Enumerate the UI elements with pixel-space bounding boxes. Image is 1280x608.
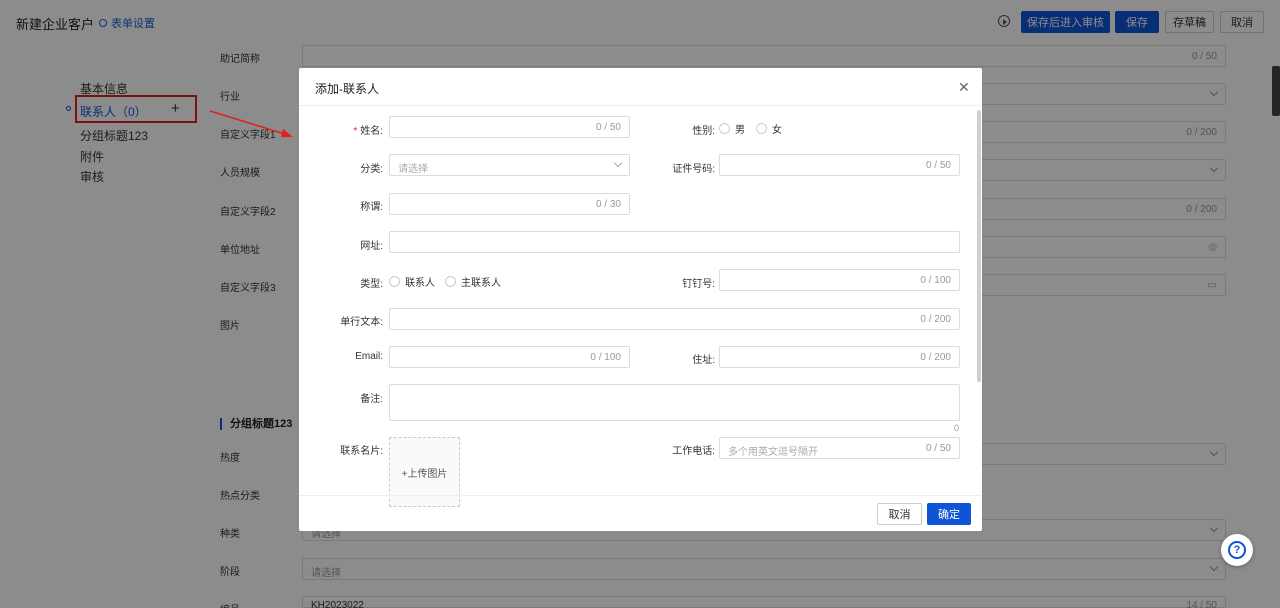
address-count: 0 / 200 (920, 352, 951, 363)
type-contact-radio[interactable]: 联系人 (389, 274, 435, 289)
type-label: 类型: (360, 279, 383, 290)
email-input[interactable]: 0 / 100 (389, 346, 630, 368)
type-primary-contact-radio[interactable]: 主联系人 (445, 274, 501, 289)
help-button[interactable]: ? (1221, 534, 1253, 566)
remark-textarea[interactable] (389, 384, 960, 421)
dingtalk-input[interactable]: 0 / 100 (719, 269, 960, 291)
title-count: 0 / 30 (595, 199, 621, 210)
modal-cancel-button[interactable]: 取消 (877, 503, 922, 525)
website-label: 网址: (360, 241, 383, 252)
modal-confirm-button[interactable]: 确定 (927, 503, 971, 525)
radio-circle-icon (719, 123, 730, 134)
add-contact-modal: 添加-联系人 ✕ * 姓名: 0 / 50 性别: 男 女 分类: 请选择 证件号… (299, 68, 982, 531)
help-icon: ? (1228, 541, 1246, 559)
name-count: 0 / 50 (595, 122, 621, 133)
work-phone-input[interactable]: 多个用英文逗号隔开 0 / 50 (719, 437, 960, 459)
modal-footer-divider (299, 495, 982, 496)
home-address-input[interactable]: 0 / 200 (719, 346, 960, 368)
dingtalk-count: 0 / 100 (920, 275, 951, 286)
radio-circle-icon (445, 276, 456, 287)
name-input[interactable]: 0 / 50 (389, 116, 630, 138)
dingtalk-label: 钉钉号: (682, 279, 715, 290)
gender-male-radio[interactable]: 男 (719, 121, 745, 136)
id-number-input[interactable]: 0 / 50 (719, 154, 960, 176)
gender-female-radio[interactable]: 女 (756, 121, 782, 136)
close-icon[interactable]: ✕ (958, 80, 970, 94)
single-line-label: 单行文本: (340, 317, 383, 328)
remark-count: 0 (954, 423, 960, 433)
title-input[interactable]: 0 / 30 (389, 193, 630, 215)
work-phone-count: 0 / 50 (925, 443, 951, 454)
modal-title: 添加-联系人 (315, 82, 379, 96)
website-input[interactable] (389, 231, 960, 253)
category-select[interactable]: 请选择 (389, 154, 630, 176)
category-label: 分类: (360, 164, 383, 175)
business-card-label: 联系名片: (340, 446, 383, 457)
single-line-input[interactable]: 0 / 200 (389, 308, 960, 330)
radio-circle-icon (389, 276, 400, 287)
email-count: 0 / 100 (590, 352, 621, 363)
chevron-down-icon (613, 158, 623, 168)
radio-circle-icon (756, 123, 767, 134)
gender-label: 性别: (692, 126, 715, 137)
email-label: Email: (355, 351, 383, 362)
modal-divider (299, 105, 982, 106)
title-label: 称谓: (360, 202, 383, 213)
upload-image-button[interactable]: +上传图片 (389, 437, 460, 507)
id-number-count: 0 / 50 (925, 160, 951, 171)
work-phone-label: 工作电话: (672, 446, 715, 457)
address-label: 住址: (692, 355, 715, 366)
remark-label: 备注: (360, 394, 383, 405)
name-label: * 姓名: (353, 126, 383, 137)
required-mark: * (353, 126, 358, 137)
work-phone-placeholder: 多个用英文逗号隔开 (728, 447, 818, 458)
modal-scrollbar[interactable] (977, 110, 981, 382)
id-number-label: 证件号码: (672, 164, 715, 175)
single-line-count: 0 / 200 (920, 314, 951, 325)
category-placeholder: 请选择 (398, 164, 428, 175)
